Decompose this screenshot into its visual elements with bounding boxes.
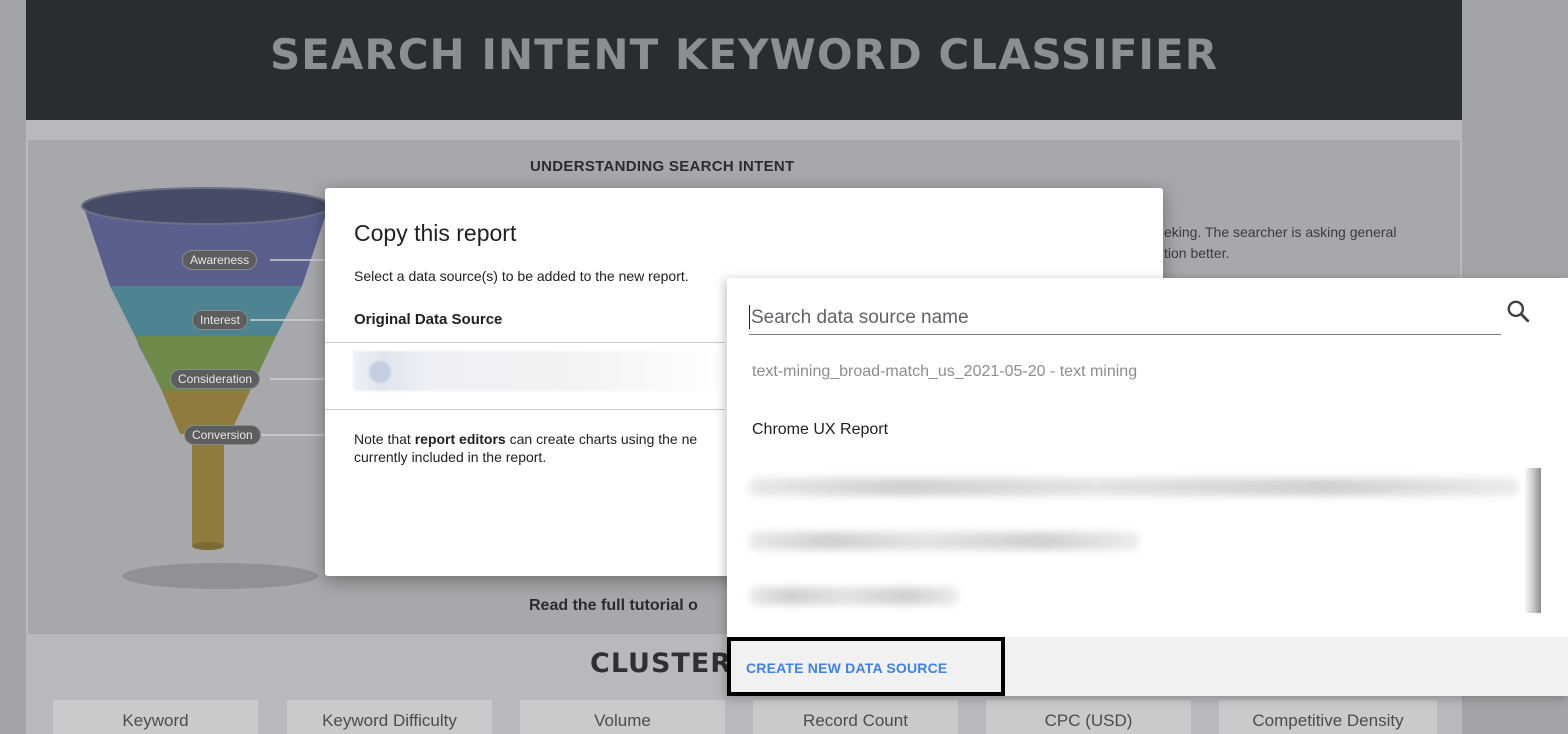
search-input[interactable] bbox=[751, 304, 1491, 332]
dialog-subtitle: Select a data source(s) to be added to t… bbox=[354, 268, 689, 284]
funnel-graphic bbox=[81, 187, 331, 589]
column-header-competitive-density: Competitive Density bbox=[1219, 700, 1437, 734]
data-source-option-redacted[interactable] bbox=[749, 532, 1139, 550]
column-header-cpc: CPC (USD) bbox=[986, 700, 1191, 734]
section-heading: UNDERSTANDING SEARCH INTENT bbox=[530, 158, 795, 175]
section-paragraph: eking. The searcher is asking general ti… bbox=[1164, 222, 1434, 264]
original-data-source-value[interactable] bbox=[353, 351, 725, 391]
note-middle: can create charts using the ne bbox=[505, 431, 698, 447]
funnel-illustration: Awareness Interest Consideration Convers… bbox=[80, 186, 360, 601]
divider bbox=[325, 409, 725, 410]
create-new-data-source-label: CREATE NEW DATA SOURCE bbox=[746, 660, 948, 676]
note-line-1: Note that report editors can create char… bbox=[354, 430, 726, 448]
search-field[interactable] bbox=[749, 300, 1501, 335]
funnel-label-interest: Interest bbox=[192, 310, 249, 330]
cluster-heading: CLUSTER bbox=[590, 648, 733, 679]
note-line-2: currently included in the report. bbox=[354, 449, 547, 465]
section-paragraph-line: eking. The searcher is asking general bbox=[1164, 224, 1397, 240]
report-title: SEARCH INTENT KEYWORD CLASSIFIER bbox=[269, 30, 1219, 79]
text-cursor bbox=[749, 305, 750, 329]
data-source-dropdown: text-mining_broad-match_us_2021-05-20 - … bbox=[727, 278, 1568, 696]
note-bold: report editors bbox=[414, 431, 506, 447]
divider bbox=[325, 342, 725, 343]
column-header-keyword-difficulty: Keyword Difficulty bbox=[287, 700, 492, 734]
dropdown-footer: CREATE NEW DATA SOURCE bbox=[727, 637, 1568, 696]
data-source-option-redacted[interactable] bbox=[749, 478, 1519, 496]
column-header-volume: Volume bbox=[520, 700, 725, 734]
original-data-source-label: Original Data Source bbox=[354, 311, 503, 328]
create-new-data-source-button[interactable]: CREATE NEW DATA SOURCE bbox=[727, 637, 1005, 696]
data-source-option-redacted[interactable] bbox=[749, 587, 959, 605]
section-paragraph-line: tion better. bbox=[1164, 245, 1230, 261]
note-prefix: Note that bbox=[354, 431, 415, 447]
dialog-title: Copy this report bbox=[354, 220, 517, 246]
data-source-icon bbox=[369, 361, 391, 383]
column-header-record-count: Record Count bbox=[753, 700, 958, 734]
data-source-option[interactable]: text-mining_broad-match_us_2021-05-20 - … bbox=[752, 363, 1137, 381]
search-icon[interactable] bbox=[1505, 298, 1531, 324]
funnel-label-consideration: Consideration bbox=[170, 369, 261, 389]
funnel-label-awareness: Awareness bbox=[182, 250, 258, 270]
funnel-label-conversion: Conversion bbox=[184, 425, 261, 445]
scrollbar[interactable] bbox=[1524, 468, 1541, 613]
column-header-keyword: Keyword bbox=[53, 700, 258, 734]
data-source-option[interactable]: Chrome UX Report bbox=[752, 421, 888, 439]
tutorial-link-text: Read the full tutorial o bbox=[529, 597, 698, 614]
dialog-note: Note that report editors can create char… bbox=[354, 430, 726, 466]
